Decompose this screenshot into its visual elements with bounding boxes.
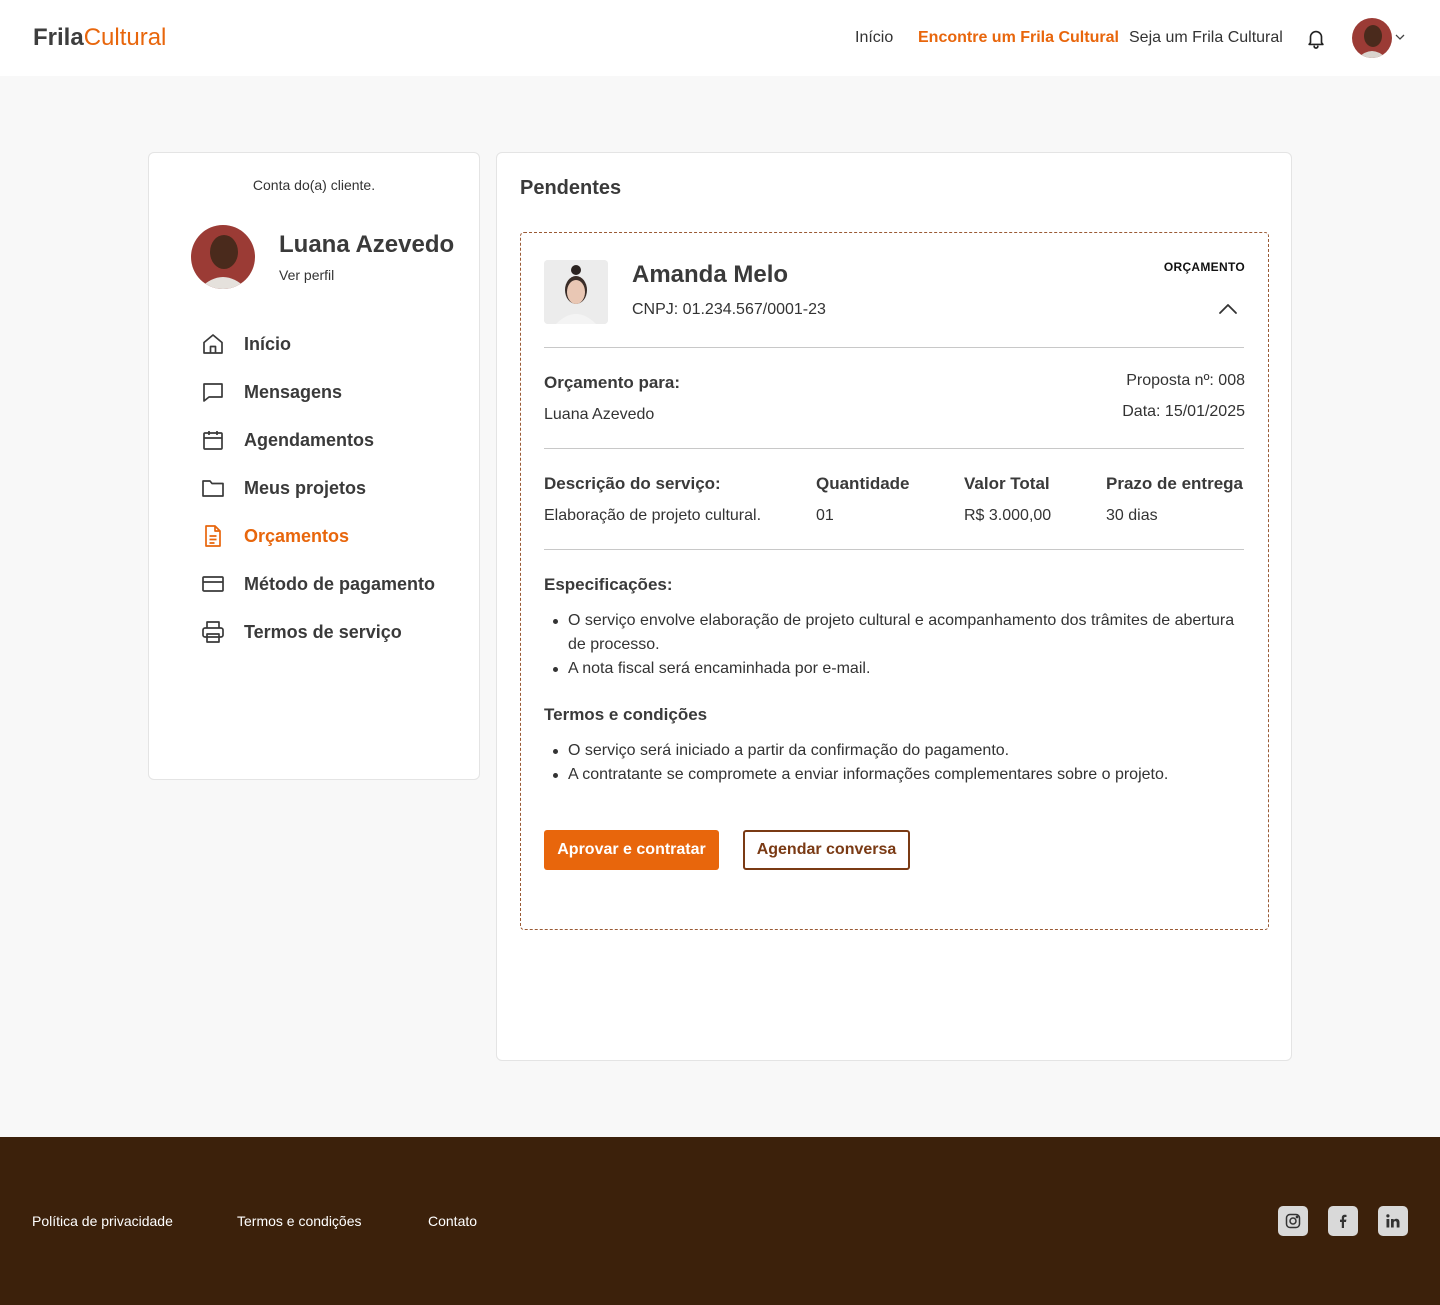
logo[interactable]: FrilaCultural <box>33 22 166 54</box>
sidebar-item-agendamentos[interactable]: Agendamentos <box>201 424 374 456</box>
sidebar-item-label: Método de pagamento <box>244 573 436 594</box>
sidebar-item-label: Meus projetos <box>244 477 367 498</box>
facebook-icon[interactable] <box>1328 1206 1358 1236</box>
footer-privacy-link[interactable]: Política de privacidade <box>32 1213 173 1229</box>
col-quantity: Quantidade <box>816 474 910 493</box>
provider-name: Amanda Melo <box>632 261 789 288</box>
nav-inicio[interactable]: Início <box>855 27 893 49</box>
proposal-number: Proposta nº: 008 <box>1126 372 1245 389</box>
home-icon <box>201 332 225 356</box>
row-description: Elaboração de projeto cultural. <box>544 507 762 524</box>
footer-terms-link[interactable]: Termos e condições <box>237 1213 362 1229</box>
list-item: A contratante se compromete a enviar inf… <box>544 763 1244 787</box>
terms-list: O serviço será iniciado a partir da conf… <box>544 739 1244 787</box>
sidebar-item-label: Início <box>244 333 292 354</box>
folder-icon <box>201 476 225 500</box>
instagram-icon[interactable] <box>1278 1206 1308 1236</box>
nav-encontre[interactable]: Encontre um Frila Cultural <box>918 27 1119 49</box>
divider <box>544 347 1244 348</box>
quote-for-label: Orçamento para: <box>544 373 681 392</box>
col-total: Valor Total <box>964 474 1050 493</box>
divider <box>544 549 1244 550</box>
sidebar-item-projetos[interactable]: Meus projetos <box>201 472 366 504</box>
quote-for-name: Luana Azevedo <box>544 406 655 423</box>
document-icon <box>201 524 225 548</box>
chevron-up-icon[interactable] <box>1216 299 1240 319</box>
proposal-date: Data: 15/01/2025 <box>1122 403 1245 420</box>
provider-photo <box>544 260 608 324</box>
row-quantity: 01 <box>816 507 834 524</box>
sidebar-item-inicio[interactable]: Início <box>201 328 291 360</box>
terms-title: Termos e condições <box>544 705 708 724</box>
linkedin-icon[interactable] <box>1378 1206 1408 1236</box>
sidebar-item-label: Termos de serviço <box>244 621 402 642</box>
list-item: O serviço será iniciado a partir da conf… <box>544 739 1244 763</box>
col-deadline: Prazo de entrega <box>1106 474 1243 493</box>
top-header: FrilaCultural Início Encontre um Frila C… <box>0 0 1440 76</box>
sidebar: Conta do(a) cliente. Luana Azevedo Ver p… <box>148 152 480 780</box>
nav-seja[interactable]: Seja um Frila Cultural <box>1129 27 1283 49</box>
sidebar-item-label: Orçamentos <box>244 525 350 546</box>
user-avatar[interactable] <box>1352 18 1392 58</box>
logo-cultural: Cultural <box>83 24 167 51</box>
provider-cnpj: CNPJ: 01.234.567/0001-23 <box>632 301 826 318</box>
sidebar-item-pagamento[interactable]: Método de pagamento <box>201 568 435 600</box>
message-icon <box>201 380 225 404</box>
profile-avatar <box>191 225 255 289</box>
col-description: Descrição do serviço: <box>544 474 721 493</box>
specs-title: Especificações: <box>544 575 673 594</box>
view-profile-link[interactable]: Ver perfil <box>279 267 334 283</box>
divider <box>544 448 1244 449</box>
row-total: R$ 3.000,00 <box>964 507 1052 524</box>
bell-icon[interactable] <box>1305 27 1327 49</box>
credit-card-icon <box>201 572 225 596</box>
sidebar-item-mensagens[interactable]: Mensagens <box>201 376 342 408</box>
specs-list: O serviço envolve elaboração de projeto … <box>544 609 1244 681</box>
list-item: O serviço envolve elaboração de projeto … <box>544 609 1244 657</box>
sidebar-item-termos[interactable]: Termos de serviço <box>201 616 402 648</box>
sidebar-item-orcamentos[interactable]: Orçamentos <box>201 520 349 552</box>
approve-button[interactable]: Aprovar e contratar <box>544 830 719 870</box>
quote-card: Amanda Melo CNPJ: 01.234.567/0001-23 ORÇ… <box>520 232 1269 930</box>
page-title: Pendentes <box>520 177 622 199</box>
logo-frila: Frila <box>33 24 84 51</box>
printer-icon <box>201 620 225 644</box>
quote-tag: ORÇAMENTO <box>1163 260 1245 274</box>
sidebar-item-label: Mensagens <box>244 381 343 402</box>
row-deadline: 30 dias <box>1106 507 1158 524</box>
footer: Política de privacidade Termos e condiçõ… <box>0 1137 1440 1305</box>
list-item: A nota fiscal será encaminhada por e-mai… <box>544 657 1244 681</box>
user-name: Luana Azevedo <box>279 231 455 258</box>
main-panel: Pendentes Amanda Melo CNPJ: 01.234.567/0… <box>496 152 1292 1061</box>
chevron-down-icon[interactable] <box>1394 31 1406 43</box>
account-type: Conta do(a) cliente. <box>252 177 376 193</box>
schedule-button[interactable]: Agendar conversa <box>743 830 910 870</box>
footer-contact-link[interactable]: Contato <box>428 1213 477 1229</box>
calendar-icon <box>201 428 225 452</box>
sidebar-item-label: Agendamentos <box>244 429 375 450</box>
